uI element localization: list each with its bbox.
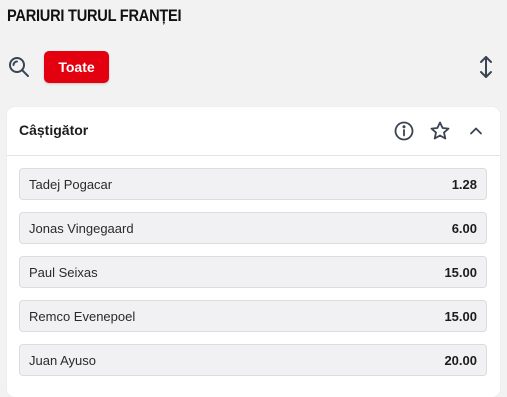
- market-card: Câștigător Tadej Pogacar 1.28 Jonas Ving…: [7, 107, 500, 397]
- star-icon[interactable]: [428, 119, 452, 143]
- chevron-up-icon[interactable]: [464, 119, 488, 143]
- search-icon[interactable]: [7, 55, 31, 79]
- selection-name: Remco Evenepoel: [29, 309, 136, 324]
- selection-row[interactable]: Paul Seixas 15.00: [19, 256, 487, 288]
- filter-toolbar: Toate: [0, 50, 507, 84]
- selection-name: Jonas Vingegaard: [29, 221, 134, 236]
- selection-odds: 6.00: [451, 221, 477, 236]
- info-icon[interactable]: [392, 119, 416, 143]
- selection-odds: 20.00: [444, 353, 477, 368]
- selection-row[interactable]: Tadej Pogacar 1.28: [19, 168, 487, 200]
- selection-row[interactable]: Jonas Vingegaard 6.00: [19, 212, 487, 244]
- selection-odds: 15.00: [444, 265, 477, 280]
- selection-list: Tadej Pogacar 1.28 Jonas Vingegaard 6.00…: [19, 168, 487, 388]
- selection-name: Paul Seixas: [29, 265, 98, 280]
- selection-row[interactable]: Juan Ayuso 20.00: [19, 344, 487, 376]
- market-title: Câștigător: [19, 122, 89, 138]
- filter-all-button[interactable]: Toate: [44, 51, 109, 83]
- selection-odds: 15.00: [444, 309, 477, 324]
- sort-arrows-icon[interactable]: [476, 54, 496, 80]
- market-header[interactable]: Câștigător: [7, 107, 500, 156]
- selection-name: Tadej Pogacar: [29, 177, 113, 192]
- selection-odds: 1.28: [451, 177, 477, 192]
- selection-row[interactable]: Remco Evenepoel 15.00: [19, 300, 487, 332]
- selection-name: Juan Ayuso: [29, 353, 96, 368]
- page-title: PARIURI TURUL FRANȚEI: [7, 6, 182, 25]
